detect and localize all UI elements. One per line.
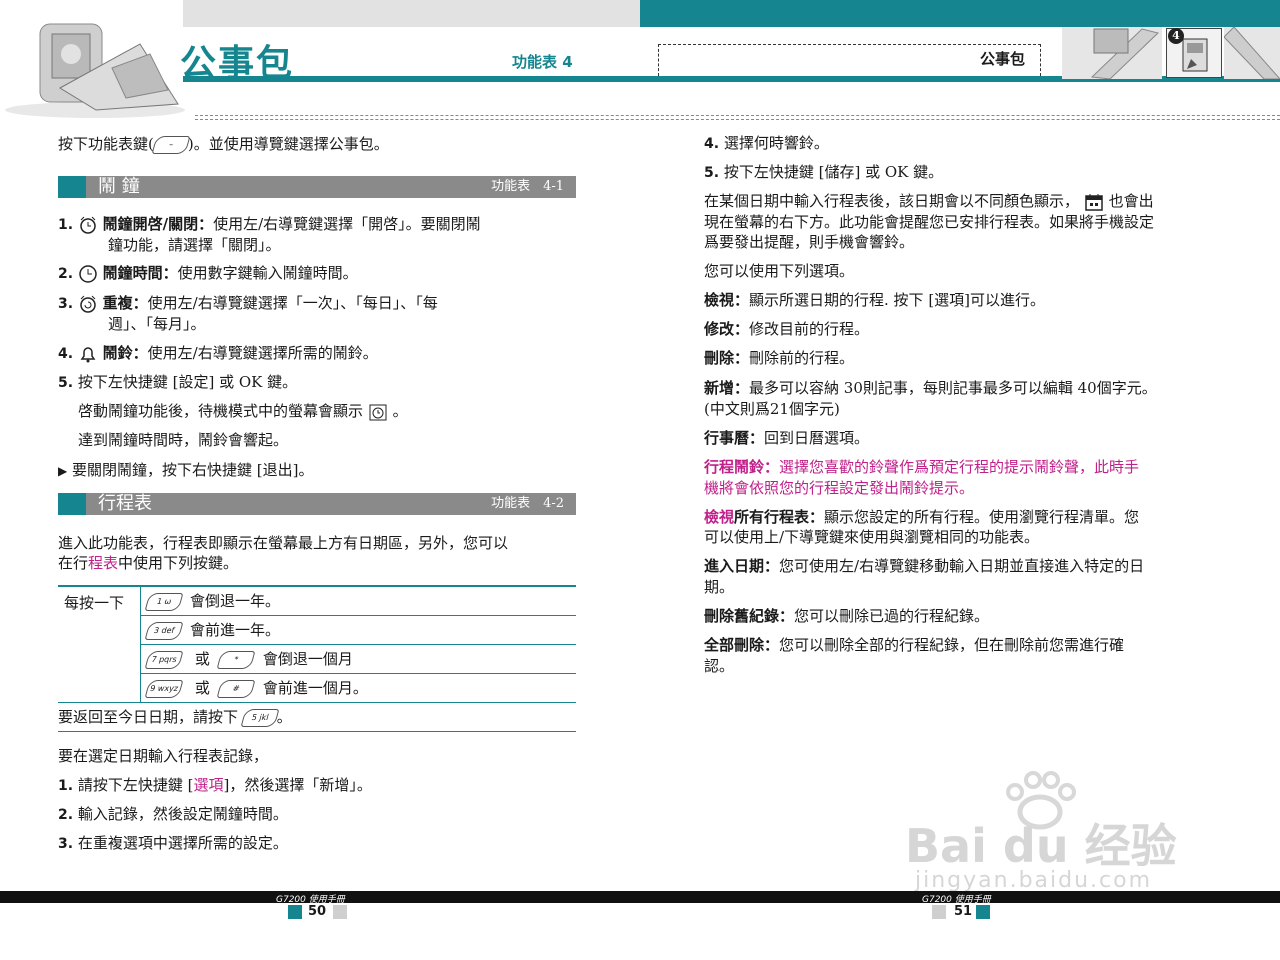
- option-item: 全部刪除：您可以刪除全部的行程紀錄，但在刪除前您需進行確: [704, 636, 1125, 654]
- option-item: 行事曆：回到日曆選項。: [704, 429, 870, 447]
- option-item: 進入日期：您可使用左/右導覽鍵移動輸入日期並直接進入特定的日: [704, 557, 1145, 575]
- divider: [195, 119, 1280, 120]
- section-header-schedule: 行程表 功能表 4-2: [58, 493, 576, 515]
- page-marker-grey: [333, 905, 347, 919]
- list-item: 2. 輸入記錄，然後設定鬧鐘時間。: [58, 805, 288, 823]
- badge-number: 4: [1168, 28, 1184, 44]
- option-item: 檢視：顯示所選日期的行程. 按下 [選項]可以進行。: [704, 291, 1046, 309]
- option-item-cont: 期。: [704, 578, 735, 596]
- option-item: 刪除：刪除前的行程。: [704, 349, 855, 367]
- key-table: 每按一下 1 ω 會倒退一年。 3 def 會前進一年。 7 pqrs 或 * …: [58, 585, 576, 732]
- option-item-cont: (中文則爲21個字元): [704, 400, 840, 418]
- menu-key-icon: –: [151, 136, 191, 154]
- header-grey-bar: [183, 0, 640, 27]
- table-lead: 每按一下: [58, 585, 141, 703]
- table-row: 要返回至今日日期，請按下 5 jkl。: [58, 702, 576, 732]
- list-item: 3. 重複：使用左/右導覽鍵選擇「一次」、「每日」、「每: [58, 294, 438, 313]
- bell-icon: [80, 347, 96, 363]
- watermark-url: jingyan.baidu.com: [915, 868, 1153, 893]
- standby-note: 啓動鬧鐘功能後，待機模式中的螢幕會顯示 。: [78, 402, 408, 421]
- option-item-cont: 機將會依照您的行程設定發出鬧鈴提示。: [704, 479, 975, 497]
- phone-photo-edge: [1224, 27, 1280, 79]
- list-item: 3. 在重複選項中選擇所需的設定。: [58, 834, 288, 852]
- alarm-clock-icon: [80, 216, 96, 234]
- option-item: 檢視所有行程表：顯示您設定的所有行程。使用瀏覽行程清單。您: [704, 508, 1140, 526]
- section-title: 行程表: [98, 493, 152, 514]
- key-hash-icon: #: [216, 680, 256, 698]
- key-7-icon: 7 pqrs: [144, 651, 183, 669]
- right-page-title: 公事包: [980, 50, 1026, 68]
- para-line: 爲要發出提醒，則手機會響鈴。: [704, 233, 915, 251]
- header-teal-bar: [640, 0, 1280, 27]
- option-item: 新增：最多可以容納 30則記事，每則記事最多可以編輯 40個字元。: [704, 379, 1157, 397]
- para-line: 現在螢幕的右下方。此功能會提醒您已安排行程表。如果將手機設定: [704, 213, 1155, 231]
- phone-photo-right: [1062, 27, 1162, 79]
- triangle-bullet-icon: ▶: [58, 464, 68, 478]
- footer-bar: [0, 891, 1280, 903]
- alarm-status-icon: [369, 404, 387, 421]
- phone-photo: [5, 23, 185, 118]
- option-item: 修改：修改目前的行程。: [704, 320, 870, 338]
- entry-lead: 要在選定日期輸入行程表記錄，: [58, 747, 269, 765]
- list-item-cont: 鐘功能，請選擇「關閉」。: [108, 236, 281, 254]
- option-item: 行程鬧鈴：選擇您喜歡的鈴聲作爲預定行程的提示鬧鈴聲，此時手: [704, 458, 1140, 476]
- page-number-right: 51: [954, 904, 973, 919]
- intro-line: 按下功能表鍵(–)。並使用導覽鍵選擇公事包。: [58, 135, 389, 154]
- schedule-intro: 進入此功能表，行程表即顯示在螢幕最上方有日期區，另外，您可以: [58, 534, 509, 552]
- list-item: 2. 鬧鐘時間：使用數字鍵輸入鬧鐘時間。: [58, 264, 358, 283]
- divider: [195, 115, 1280, 116]
- page-title: 公事包: [180, 42, 295, 84]
- section-title: 鬧 鐘: [98, 176, 140, 197]
- option-item-cont: 可以使用上/下導覽鍵來使用與瀏覽相同的功能表。: [704, 528, 1040, 546]
- key-5-icon: 5 jkl: [240, 709, 280, 727]
- section-code: 功能表 4-1: [491, 179, 564, 194]
- calendar-icon: [1085, 194, 1103, 211]
- section-code: 功能表 4-2: [491, 496, 564, 511]
- list-item: 1. 請按下左快捷鍵 [選項]，然後選擇「新增」。: [58, 776, 372, 794]
- ring-note: 達到鬧鐘時間時，鬧鈴會響起。: [78, 431, 289, 449]
- list-item: 5. 按下左快捷鍵 [儲存] 或 OK 鍵。: [704, 163, 944, 181]
- list-item: 4. 選擇何時響鈴。: [704, 134, 829, 152]
- option-item: 刪除舊紀錄：您可以刪除已過的行程紀錄。: [704, 607, 990, 625]
- close-note: ▶ 要關閉鬧鐘，按下右快捷鍵 [退出]。: [58, 461, 314, 479]
- page-marker-grey: [932, 905, 946, 919]
- list-item: 5. 按下左快捷鍵 [設定] 或 OK 鍵。: [58, 373, 298, 391]
- table-row: 每按一下 1 ω 會倒退一年。: [58, 585, 576, 703]
- key-9-icon: 9 wxyz: [144, 680, 183, 698]
- key-1-icon: 1 ω: [144, 593, 183, 612]
- options-lead: 您可以使用下列選項。: [704, 262, 855, 280]
- watermark-brand: Bai du 经验: [905, 819, 1177, 873]
- menu-label: 功能表 4: [512, 53, 573, 71]
- page-number-left: 50: [308, 904, 327, 919]
- list-item: 4. 鬧鈴：使用左/右導覽鍵選擇所需的鬧鈴。: [58, 344, 378, 363]
- page-marker: [976, 905, 990, 919]
- para-line: 在某個日期中輸入行程表後，該日期會以不同顏色顯示， 也會出: [704, 192, 1154, 211]
- list-item: 1. 鬧鐘開啓/關閉：使用左/右導覽鍵選擇「開啓」。要關閉鬧: [58, 215, 481, 234]
- section-header-alarm: 鬧 鐘 功能表 4-1: [58, 176, 576, 198]
- list-item-cont: 週」、「每月」。: [108, 315, 206, 333]
- clock-icon: [79, 265, 97, 283]
- page-marker: [288, 905, 302, 919]
- option-item-cont: 認。: [704, 657, 735, 675]
- repeat-alarm-icon: [80, 295, 96, 313]
- schedule-intro-2: 在行程表中使用下列按鍵。: [58, 554, 239, 572]
- key-3-icon: 3 def: [144, 622, 183, 640]
- key-star-icon: *: [216, 651, 256, 669]
